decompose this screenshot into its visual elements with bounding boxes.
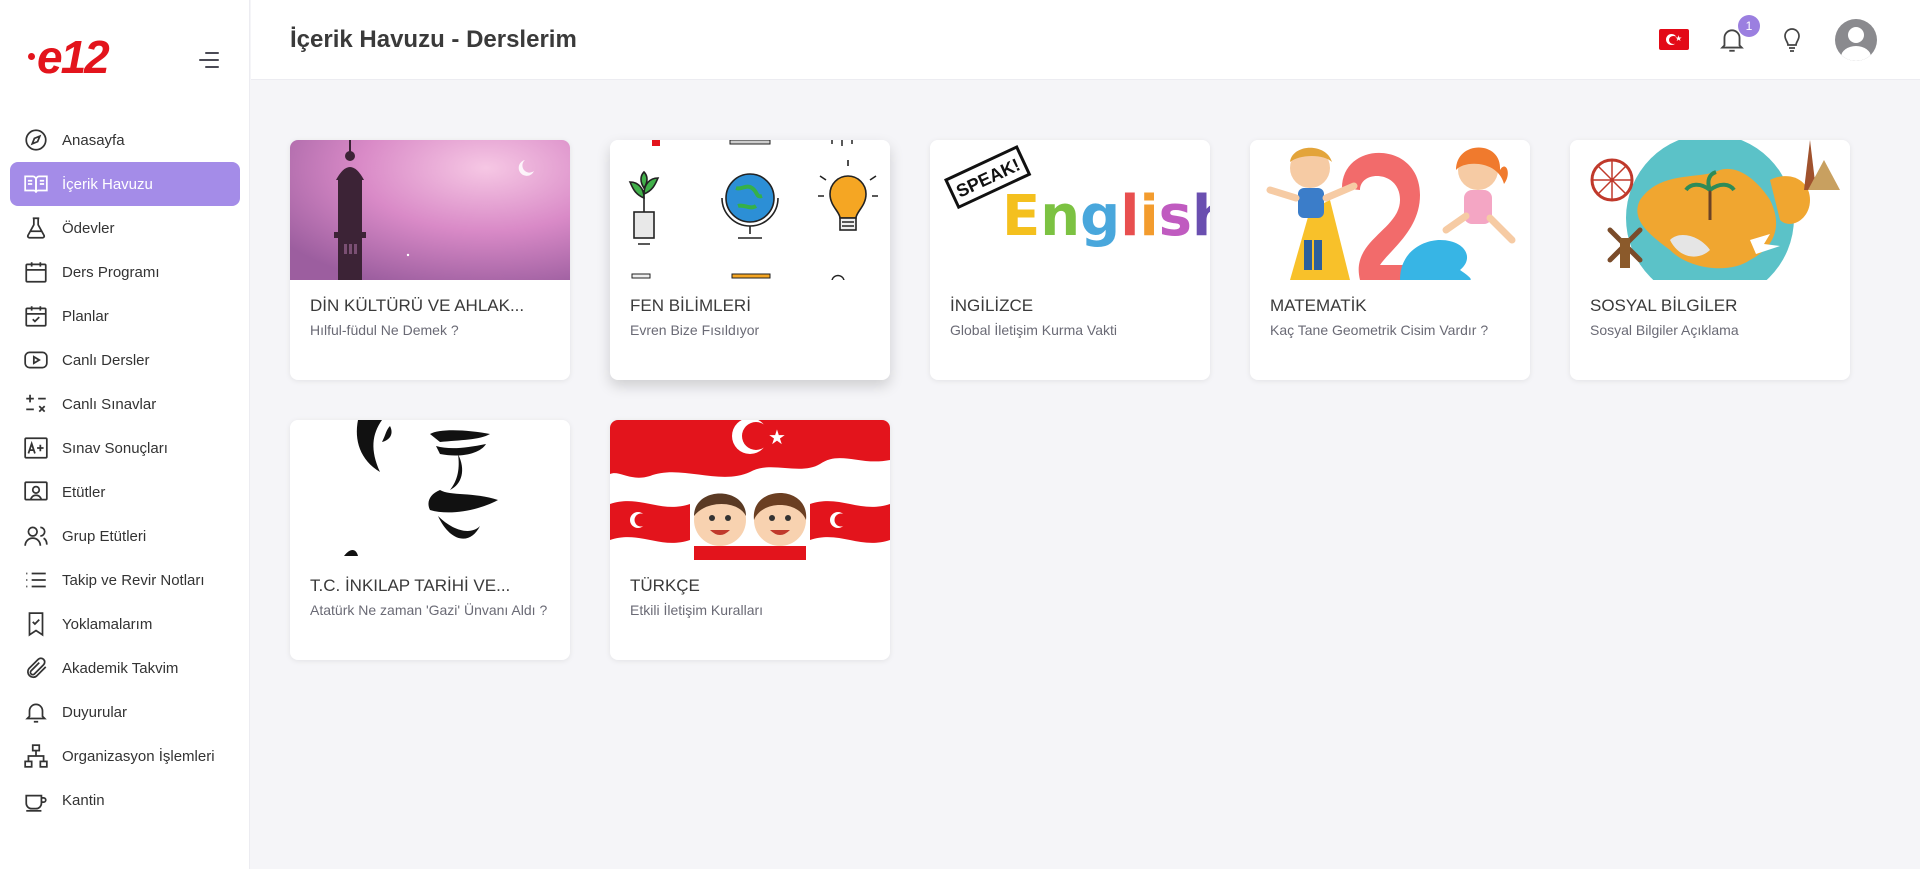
sidebar: e12 Anasayfa İçerik Havuzu Ödevler Ders … <box>0 0 250 869</box>
lightbulb-icon[interactable] <box>1780 27 1806 57</box>
cup-icon <box>22 786 50 814</box>
course-thumbnail <box>290 420 570 560</box>
course-thumbnail: SPEAK! English <box>930 140 1210 280</box>
sidebar-item-planlar[interactable]: Planlar <box>10 294 240 338</box>
course-title: T.C. İNKILAP TARİHİ VE... <box>310 576 511 595</box>
top-header: İçerik Havuzu - Derslerim ★ 1 <box>251 0 1920 80</box>
sidebar-item-takip-revir[interactable]: Takip ve Revir Notları <box>10 558 240 602</box>
sidebar-item-label: Sınav Sonuçları <box>62 439 168 457</box>
sidebar-item-label: Takip ve Revir Notları <box>62 571 205 589</box>
compass-icon <box>22 126 50 154</box>
sidebar-item-sinav-sonuclari[interactable]: Sınav Sonuçları <box>10 426 240 470</box>
english-word: English <box>1002 184 1210 249</box>
course-thumbnail <box>1570 140 1850 280</box>
sidebar-item-label: Organizasyon İşlemleri <box>62 747 215 765</box>
sidebar-item-label: Etütler <box>62 483 106 501</box>
app: e12 Anasayfa İçerik Havuzu Ödevler Ders … <box>0 0 1920 869</box>
sidebar-item-label: Ders Programı <box>62 263 160 281</box>
course-thumbnail: ★ <box>610 420 890 560</box>
logo-text: e12 <box>37 31 110 83</box>
sidebar-nav: Anasayfa İçerik Havuzu Ödevler Ders Prog… <box>10 118 240 822</box>
sidebar-item-kantin[interactable]: Kantin <box>10 778 240 822</box>
flask-icon <box>22 214 50 242</box>
course-card-din-kulturu[interactable]: DİN KÜLTÜRÜ VE AHLAK... Hılful-füdul Ne … <box>290 140 570 380</box>
sidebar-item-label: İçerik Havuzu <box>62 175 153 193</box>
course-title: FEN BİLİMLERİ <box>630 296 751 315</box>
course-card-ingilizce[interactable]: SPEAK! English İNGİLİZCE Global İletişim… <box>930 140 1210 380</box>
logo-row: e12 <box>0 0 249 115</box>
sidebar-item-label: Akademik Takvim <box>62 659 179 677</box>
course-subtitle: Kaç Tane Geometrik Cisim Vardır ? <box>1270 322 1489 338</box>
bell-icon <box>22 698 50 726</box>
course-card-sosyal-bilgiler[interactable]: SOSYAL BİLGİLER Sosyal Bilgiler Açıklama <box>1570 140 1850 380</box>
sidebar-item-label: Yoklamalarım <box>62 615 153 633</box>
course-card-matematik[interactable]: MATEMATİK Kaç Tane Geometrik Cisim Vardı… <box>1250 140 1530 380</box>
logo[interactable]: e12 <box>28 31 110 83</box>
users-icon <box>22 522 50 550</box>
sidebar-item-odevler[interactable]: Ödevler <box>10 206 240 250</box>
sidebar-item-label: Canlı Sınavlar <box>62 395 157 413</box>
user-avatar[interactable] <box>1835 19 1877 61</box>
course-thumbnail <box>1250 140 1530 280</box>
math-operators-icon <box>22 390 50 418</box>
svg-text:★: ★ <box>768 425 786 449</box>
turkish-flag-icon[interactable]: ★ <box>1659 29 1689 50</box>
page-title: İçerik Havuzu - Derslerim <box>290 26 577 53</box>
course-subtitle: Global İletişim Kurma Vakti <box>950 322 1118 338</box>
sidebar-item-organizasyon[interactable]: Organizasyon İşlemleri <box>10 734 240 778</box>
sidebar-item-label: Planlar <box>62 307 109 325</box>
course-subtitle: Sosyal Bilgiler Açıklama <box>1590 322 1739 338</box>
sidebar-item-label: Kantin <box>62 791 105 809</box>
list-icon <box>22 566 50 594</box>
sidebar-item-akademik-takvim[interactable]: Akademik Takvim <box>10 646 240 690</box>
sidebar-item-canli-sinavlar[interactable]: Canlı Sınavlar <box>10 382 240 426</box>
sidebar-item-label: Ödevler <box>62 219 115 237</box>
sidebar-item-etutler[interactable]: Etütler <box>10 470 240 514</box>
course-title: İNGİLİZCE <box>950 296 1034 315</box>
course-subtitle: Evren Bize Fısıldıyor <box>630 322 760 338</box>
course-card-fen-bilimleri[interactable]: FEN BİLİMLERİ Evren Bize Fısıldıyor <box>610 140 890 380</box>
sidebar-item-anasayfa[interactable]: Anasayfa <box>10 118 240 162</box>
course-title: TÜRKÇE <box>630 576 700 595</box>
org-chart-icon <box>22 742 50 770</box>
sidebar-item-label: Canlı Dersler <box>62 351 150 369</box>
course-thumbnail <box>610 140 890 280</box>
sidebar-item-grup-etutleri[interactable]: Grup Etütleri <box>10 514 240 558</box>
course-thumbnail <box>290 140 570 280</box>
paperclip-icon <box>22 654 50 682</box>
course-title: MATEMATİK <box>1270 296 1367 315</box>
sidebar-item-label: Grup Etütleri <box>62 527 147 545</box>
play-icon <box>22 346 50 374</box>
course-subtitle: Atatürk Ne zaman 'Gazi' Ünvanı Aldı ? <box>310 602 548 618</box>
course-card-inkilap-tarihi[interactable]: T.C. İNKILAP TARİHİ VE... Atatürk Ne zam… <box>290 420 570 660</box>
sidebar-item-duyurular[interactable]: Duyurular <box>10 690 240 734</box>
sidebar-item-ders-programi[interactable]: Ders Programı <box>10 250 240 294</box>
course-card-turkce[interactable]: ★ TÜRKÇE Etkili İletişim Kuralları <box>610 420 890 660</box>
course-subtitle: Hılful-füdul Ne Demek ? <box>310 322 459 338</box>
sidebar-item-label: Anasayfa <box>62 131 125 149</box>
menu-toggle-button[interactable] <box>193 50 219 70</box>
notification-badge: 1 <box>1738 15 1760 37</box>
board-icon <box>22 478 50 506</box>
course-title: SOSYAL BİLGİLER <box>1590 296 1738 315</box>
open-book-icon <box>22 170 50 198</box>
calendar-check-icon <box>22 302 50 330</box>
sidebar-item-label: Duyurular <box>62 703 128 721</box>
course-subtitle: Etkili İletişim Kuralları <box>630 602 764 618</box>
calendar-icon <box>22 258 50 286</box>
sidebar-item-yoklamalarim[interactable]: Yoklamalarım <box>10 602 240 646</box>
sidebar-item-icerik-havuzu[interactable]: İçerik Havuzu <box>10 162 240 206</box>
bookmark-check-icon <box>22 610 50 638</box>
sidebar-item-canli-dersler[interactable]: Canlı Dersler <box>10 338 240 382</box>
grade-icon <box>22 434 50 462</box>
course-title: DİN KÜLTÜRÜ VE AHLAK... <box>310 296 525 315</box>
